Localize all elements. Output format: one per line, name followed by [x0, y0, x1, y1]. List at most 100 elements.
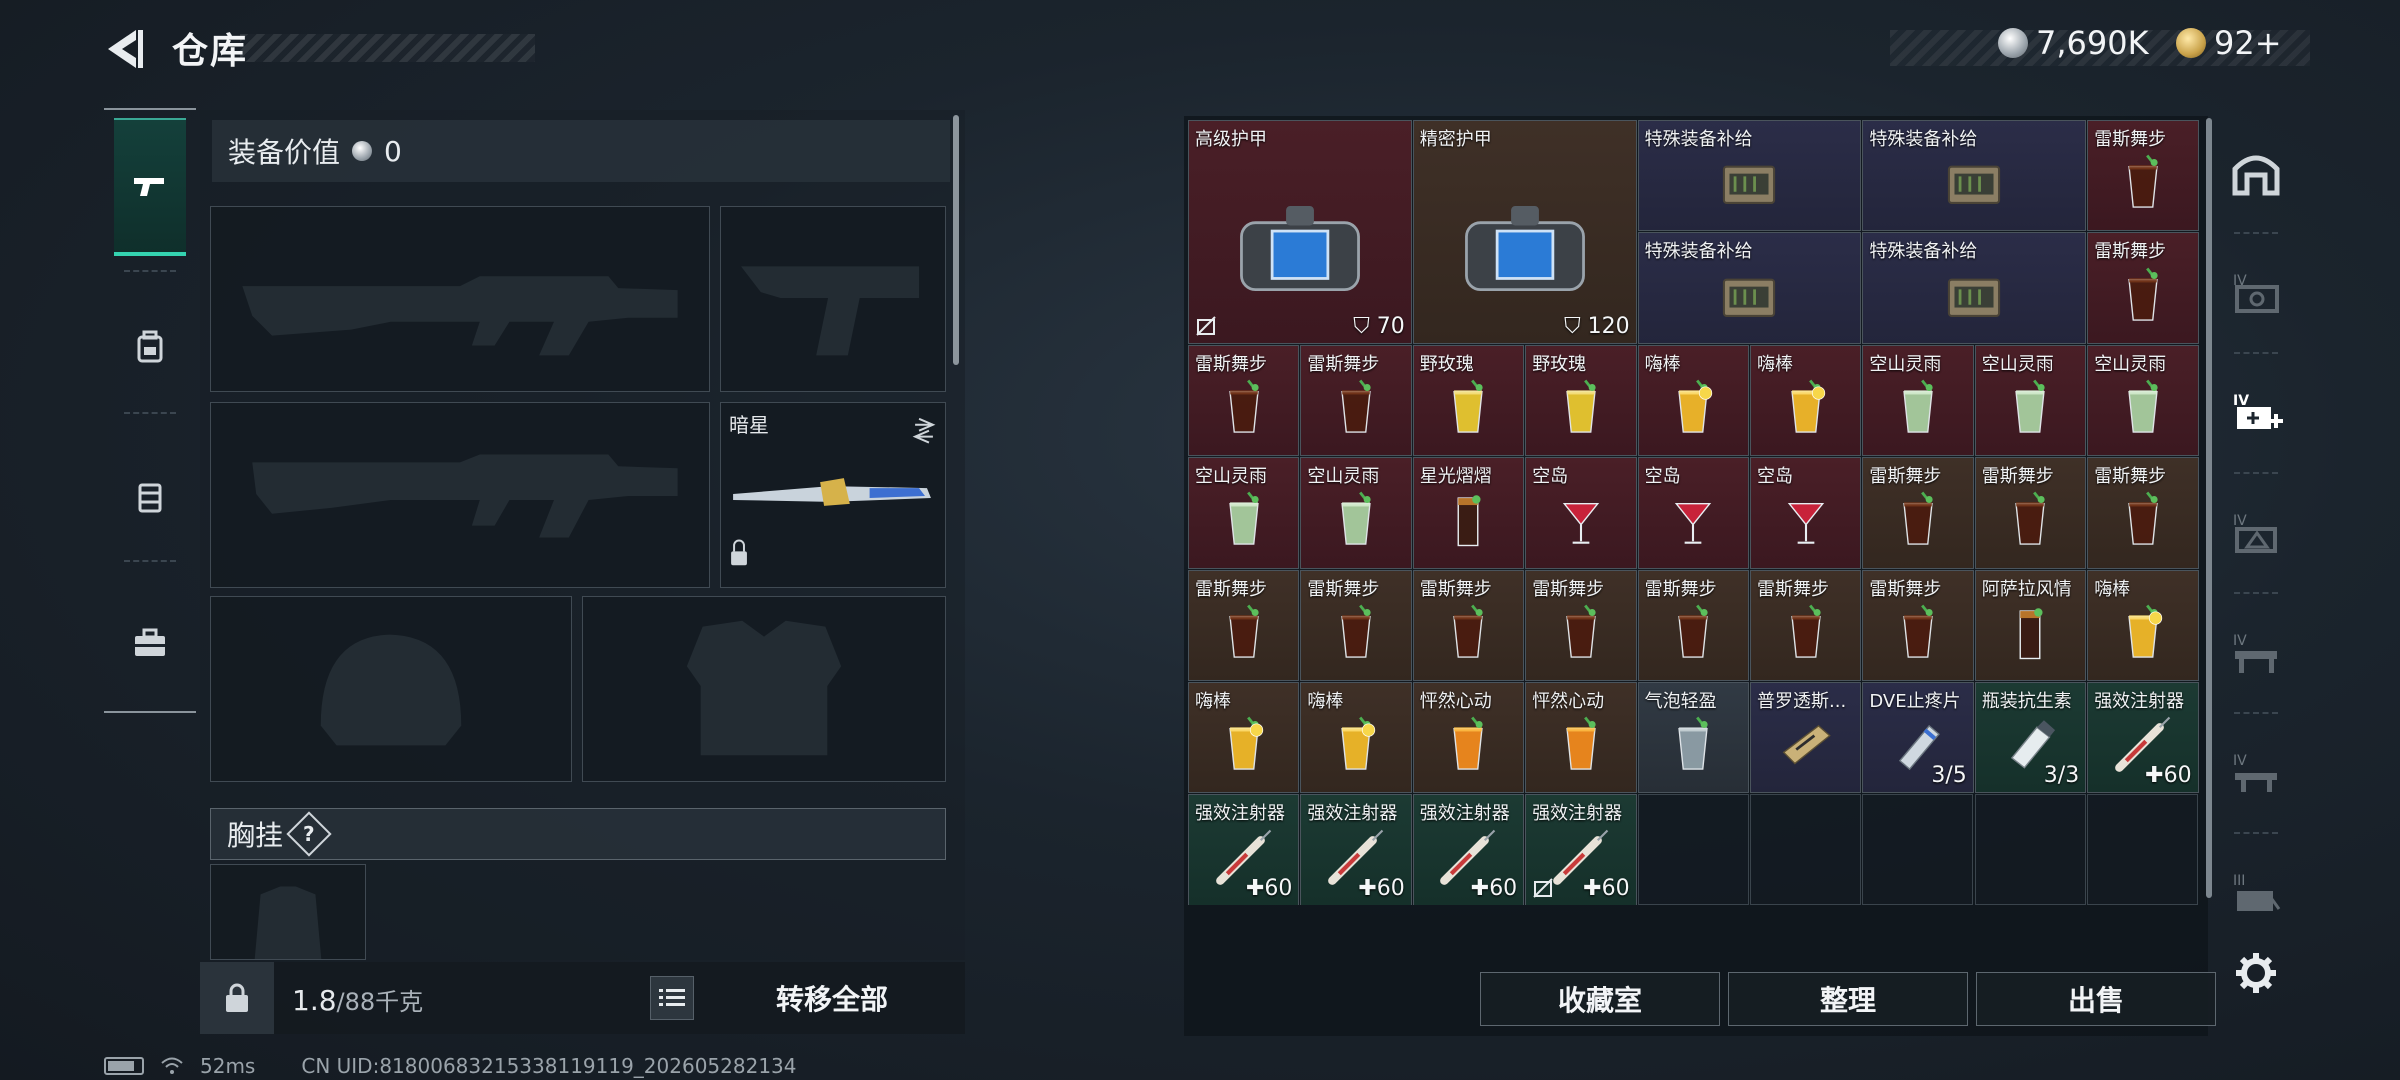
inventory-item[interactable]: 精密护甲 ⛉ 120 [1412, 120, 1637, 344]
primary-weapon-slot-2[interactable] [210, 402, 710, 588]
inventory-item[interactable]: 阿萨拉风情 [1974, 569, 2087, 681]
inventory-item[interactable]: 嗨棒 [1188, 682, 1300, 794]
inventory-item[interactable]: 特殊装备补给 [1637, 120, 1862, 232]
back-button[interactable] [100, 24, 150, 74]
tab-weapons[interactable] [114, 118, 186, 256]
inventory-item[interactable]: 空山灵雨 [2087, 344, 2199, 457]
inventory-item[interactable]: 空山灵雨 [1300, 457, 1412, 569]
item-name: 空山灵雨 [1307, 466, 1380, 488]
list-view-button[interactable] [650, 976, 694, 1020]
empty-cell[interactable] [1637, 794, 1749, 905]
inventory-item[interactable]: 星光熠熠 [1412, 457, 1525, 569]
drink-dark-icon [2128, 154, 2158, 209]
empty-cell[interactable] [1750, 794, 1861, 905]
chest-rig-silhouette-icon [254, 886, 322, 959]
inventory-item[interactable]: 特殊装备补给 [1862, 120, 2087, 232]
sidearm-slot[interactable] [720, 206, 946, 392]
inventory-item[interactable]: 雷斯舞步 [1188, 344, 1300, 457]
inventory-item[interactable]: 雷斯舞步 [1862, 457, 1974, 569]
inventory-item[interactable]: 雷斯舞步 [1974, 457, 2087, 569]
inventory-item[interactable]: 雷斯舞步 [1300, 344, 1412, 457]
item-name: 雷斯舞步 [1869, 466, 1942, 488]
crate-icon [1948, 165, 2001, 205]
inventory-item[interactable]: 强效注射器 ✚60 [2087, 682, 2199, 794]
silver-coin-icon [352, 141, 373, 161]
armor-slot[interactable] [582, 596, 946, 782]
inventory-item[interactable]: 雷斯舞步 [1862, 569, 1974, 681]
container-icon [138, 483, 162, 513]
inventory-item[interactable]: 雷斯舞步 [1412, 569, 1525, 681]
vault-icon [2232, 155, 2280, 196]
inventory-item[interactable]: 空山灵雨 [1862, 344, 1974, 457]
inventory-item[interactable]: 空山灵雨 [1974, 344, 2087, 457]
inventory-item[interactable]: 嗨棒 [2087, 569, 2199, 681]
inventory-item[interactable]: 强效注射器 ✚60 [1188, 794, 1300, 905]
inventory-item[interactable]: 空岛 [1750, 457, 1862, 569]
inventory-item[interactable]: 空岛 [1525, 457, 1637, 569]
inventory-item[interactable]: 嗨棒 [1637, 344, 1749, 457]
melee-slot[interactable]: 暗星 [720, 402, 946, 588]
battery-icon [104, 1057, 144, 1075]
crate-icon [1723, 165, 1776, 205]
inventory-item[interactable]: 雷斯舞步 [1750, 569, 1862, 681]
chest-rig-slot[interactable] [210, 864, 366, 960]
inventory-item[interactable]: 气泡轻盈 [1637, 682, 1749, 794]
inventory-item[interactable]: 雷斯舞步 [2087, 120, 2199, 232]
primary-weapon-slot-1[interactable] [210, 206, 710, 392]
tab-container[interactable] [114, 428, 186, 566]
collection-room-button[interactable]: 收藏室 [1480, 972, 1720, 1026]
tab-case[interactable] [114, 574, 186, 712]
empty-cell[interactable] [2087, 794, 2199, 905]
transfer-all-button[interactable]: 转移全部 [712, 970, 952, 1026]
inventory-item[interactable]: 嗨棒 [1300, 682, 1412, 794]
inventory-item[interactable]: 野玫瑰 [1412, 344, 1525, 457]
inventory-item[interactable]: 雷斯舞步 [2087, 457, 2199, 569]
rail-item-1[interactable]: IV [2220, 238, 2292, 348]
inventory-item[interactable]: 瓶装抗生素 3/3 [1974, 682, 2087, 794]
inventory-item[interactable]: 普罗透斯... [1750, 682, 1862, 794]
inventory-scrollbar[interactable] [2206, 118, 2212, 898]
settings-button[interactable] [2220, 918, 2292, 1028]
help-button[interactable]: ? [286, 811, 332, 857]
currency-gold-value: 92+ [2214, 24, 2282, 62]
inventory-item[interactable]: 雷斯舞步 [1525, 569, 1637, 681]
inventory-item[interactable]: 强效注射器 ✚60 [1412, 794, 1525, 905]
inventory-item[interactable]: 强效注射器 ✚60 [1300, 794, 1412, 905]
sort-button[interactable]: 整理 [1728, 972, 1968, 1026]
inventory-item[interactable]: 特殊装备补给 [1637, 232, 1862, 344]
rail-item-2-active[interactable]: IV [2220, 358, 2292, 468]
inventory-item[interactable]: 空岛 [1637, 457, 1749, 569]
loadout-scrollbar[interactable] [953, 115, 959, 365]
lock-button[interactable] [200, 962, 274, 1034]
inventory-item[interactable]: 怦然心动 [1525, 682, 1637, 794]
item-name: 雷斯舞步 [1307, 353, 1380, 375]
inventory-item[interactable]: 雷斯舞步 [1300, 569, 1412, 681]
item-count-value: 60 [1601, 875, 1630, 901]
inventory-item[interactable]: 雷斯舞步 [2087, 232, 2199, 344]
rail-item-5[interactable]: IV [2220, 718, 2292, 828]
sell-button[interactable]: 出售 [1976, 972, 2216, 1026]
inventory-item[interactable]: 高级护甲 ⛉ 70 [1188, 120, 1412, 344]
inventory-item[interactable]: DVE止疼片 3/5 [1862, 682, 1974, 794]
inventory-item[interactable]: 怦然心动 [1412, 682, 1525, 794]
tab-backpack[interactable] [114, 278, 186, 416]
inventory-item[interactable]: 嗨棒 [1750, 344, 1862, 457]
item-count: ✚60 [1246, 876, 1292, 901]
rail-item-4[interactable]: IV [2220, 598, 2292, 708]
status-bar: 52ms CN UID:818006832153381191​19_202605… [104, 1054, 797, 1078]
inventory-item[interactable]: 空山灵雨 [1188, 457, 1300, 569]
item-name: 雷斯舞步 [1532, 578, 1605, 600]
currency-silver[interactable]: 7,690K [1998, 24, 2149, 62]
inventory-item[interactable]: 雷斯舞步 [1637, 569, 1749, 681]
rail-item-home[interactable] [2220, 118, 2292, 228]
inventory-item[interactable]: 强效注射器 ✚60 [1525, 794, 1637, 905]
inventory-item[interactable]: 雷斯舞步 [1188, 569, 1300, 681]
rail-item-3[interactable]: IV [2220, 478, 2292, 588]
durability-icon: ⛉ [1564, 313, 1588, 339]
empty-cell[interactable] [1862, 794, 1974, 905]
inventory-item[interactable]: 野玫瑰 [1525, 344, 1637, 457]
inventory-item[interactable]: 特殊装备补给 [1862, 232, 2087, 344]
empty-cell[interactable] [1974, 794, 2086, 905]
currency-gold[interactable]: 92+ [2176, 24, 2282, 62]
helmet-slot[interactable] [210, 596, 572, 782]
